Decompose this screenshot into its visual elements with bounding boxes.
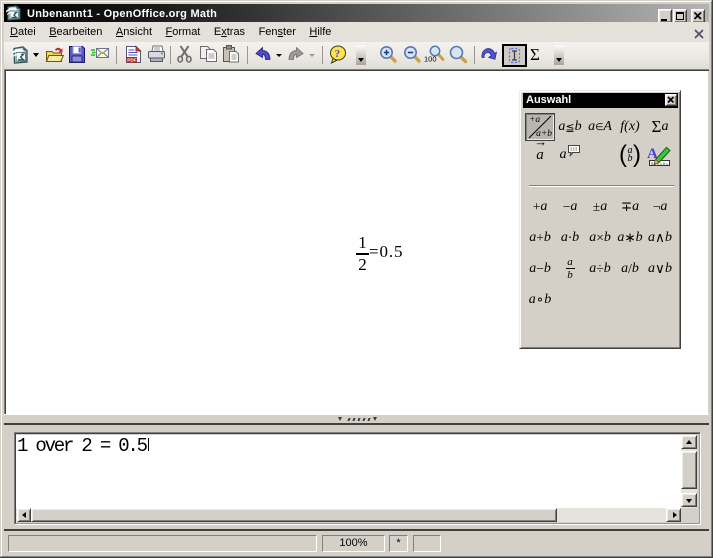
svg-text:100: 100 [424, 55, 437, 64]
svg-text:?: ? [335, 48, 341, 60]
svg-text:PDF: PDF [127, 58, 136, 63]
